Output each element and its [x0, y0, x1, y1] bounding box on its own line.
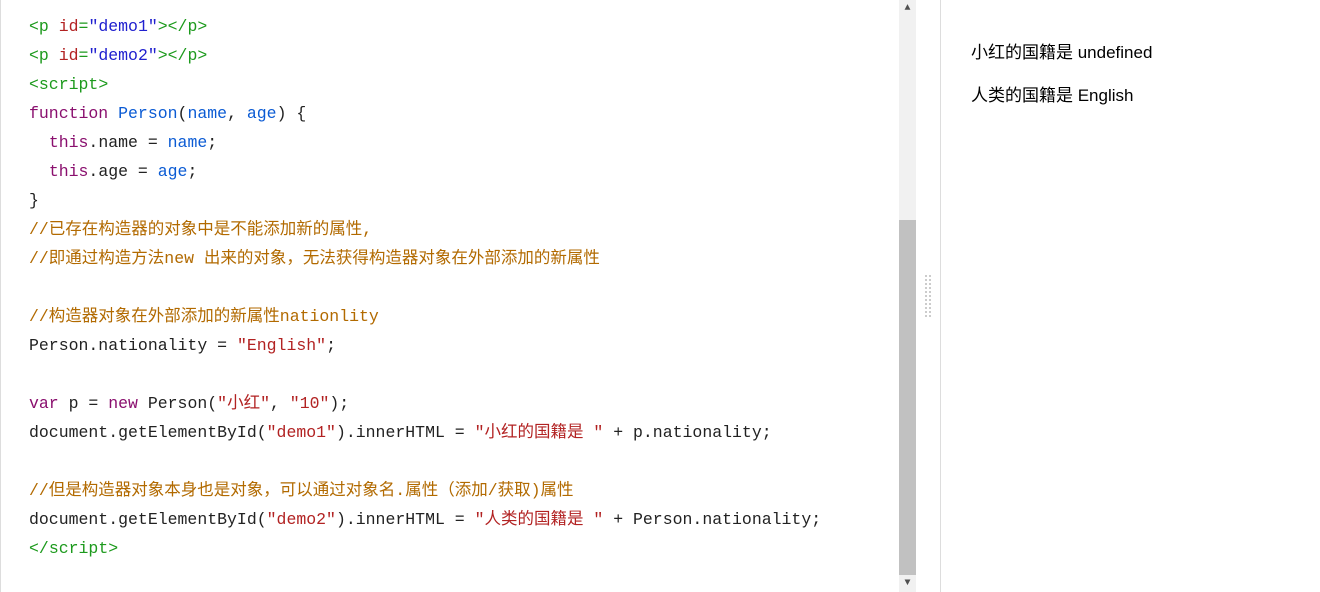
comment: //已存在构造器的对象中是不能添加新的属性,: [29, 220, 372, 239]
string: "人类的国籍是 ": [475, 510, 604, 529]
txt: p =: [59, 394, 109, 413]
txt: document.getElementById(: [29, 510, 267, 529]
attr-val: "demo1": [88, 17, 157, 36]
brace: }: [29, 191, 39, 210]
comma: ,: [270, 394, 290, 413]
drag-handle-icon: [924, 274, 932, 318]
tag-name: p: [187, 46, 197, 65]
comment: //即通过构造方法new 出来的对象，无法获得构造器对象在外部添加的新属性: [29, 249, 600, 268]
attr: id: [49, 17, 79, 36]
string: "小红的国籍是 ": [475, 423, 604, 442]
sp: [108, 104, 118, 123]
var: name: [168, 133, 208, 152]
txt: Person.nationality =: [29, 336, 237, 355]
tag-close: >: [197, 46, 207, 65]
tag-open: <: [29, 17, 39, 36]
var: age: [158, 162, 188, 181]
kw-function: function: [29, 104, 108, 123]
string: "English": [237, 336, 326, 355]
tag-close: >: [158, 17, 168, 36]
indent: [29, 133, 49, 152]
output-line-1: 小红的国籍是 undefined: [971, 38, 1290, 63]
tag-open: </: [168, 17, 188, 36]
string: "小红": [217, 394, 270, 413]
output-line-2: 人类的国籍是 English: [971, 81, 1290, 106]
tag-close: >: [98, 75, 108, 94]
tag-name: p: [39, 46, 49, 65]
kw-new: new: [108, 394, 138, 413]
tag-open: </: [29, 539, 49, 558]
paren: (: [178, 104, 188, 123]
output-panel: 小红的国籍是 undefined 人类的国籍是 English: [940, 0, 1320, 592]
tag-open: </: [168, 46, 188, 65]
sc: ;: [326, 336, 336, 355]
tag-name: script: [49, 539, 108, 558]
tag-close: >: [158, 46, 168, 65]
attr: id: [49, 46, 79, 65]
txt: ).innerHTML =: [336, 510, 475, 529]
paren: );: [329, 394, 349, 413]
scrollbar-thumb[interactable]: [899, 220, 916, 575]
tag-name: p: [187, 17, 197, 36]
attr-val: "demo2": [88, 46, 157, 65]
scrollbar-down-arrow[interactable]: ▼: [899, 575, 916, 592]
kw-this: this: [49, 162, 89, 181]
tag-close: >: [108, 539, 118, 558]
eq: =: [79, 46, 89, 65]
indent: [29, 162, 49, 181]
tag-open: <: [29, 75, 39, 94]
sc: ;: [207, 133, 217, 152]
kw-this: this: [49, 133, 89, 152]
txt: + Person.nationality;: [603, 510, 821, 529]
string: "demo2": [267, 510, 336, 529]
txt: + p.nationality;: [603, 423, 771, 442]
txt: document.getElementById(: [29, 423, 267, 442]
tag-open: <: [29, 46, 39, 65]
paren: ) {: [277, 104, 307, 123]
txt: .age =: [88, 162, 157, 181]
code-editor-panel[interactable]: <p id="demo1"></p> <p id="demo2"></p> <s…: [0, 0, 916, 592]
tag-name: script: [39, 75, 98, 94]
txt: Person(: [138, 394, 217, 413]
tag-close: >: [197, 17, 207, 36]
param: age: [247, 104, 277, 123]
sc: ;: [187, 162, 197, 181]
string: "10": [290, 394, 330, 413]
tag-name: p: [39, 17, 49, 36]
txt: .name =: [88, 133, 167, 152]
comma: ,: [227, 104, 247, 123]
kw-var: var: [29, 394, 59, 413]
code-content[interactable]: <p id="demo1"></p> <p id="demo2"></p> <s…: [1, 0, 916, 575]
comment: //构造器对象在外部添加的新属性nationlity: [29, 307, 379, 326]
comment: //但是构造器对象本身也是对象，可以通过对象名.属性（添加/获取)属性: [29, 481, 574, 500]
txt: ).innerHTML =: [336, 423, 475, 442]
fn-name: Person: [118, 104, 177, 123]
panel-divider[interactable]: [916, 0, 940, 592]
string: "demo1": [267, 423, 336, 442]
scrollbar-up-arrow[interactable]: ▲: [899, 0, 916, 17]
eq: =: [79, 17, 89, 36]
param: name: [187, 104, 227, 123]
